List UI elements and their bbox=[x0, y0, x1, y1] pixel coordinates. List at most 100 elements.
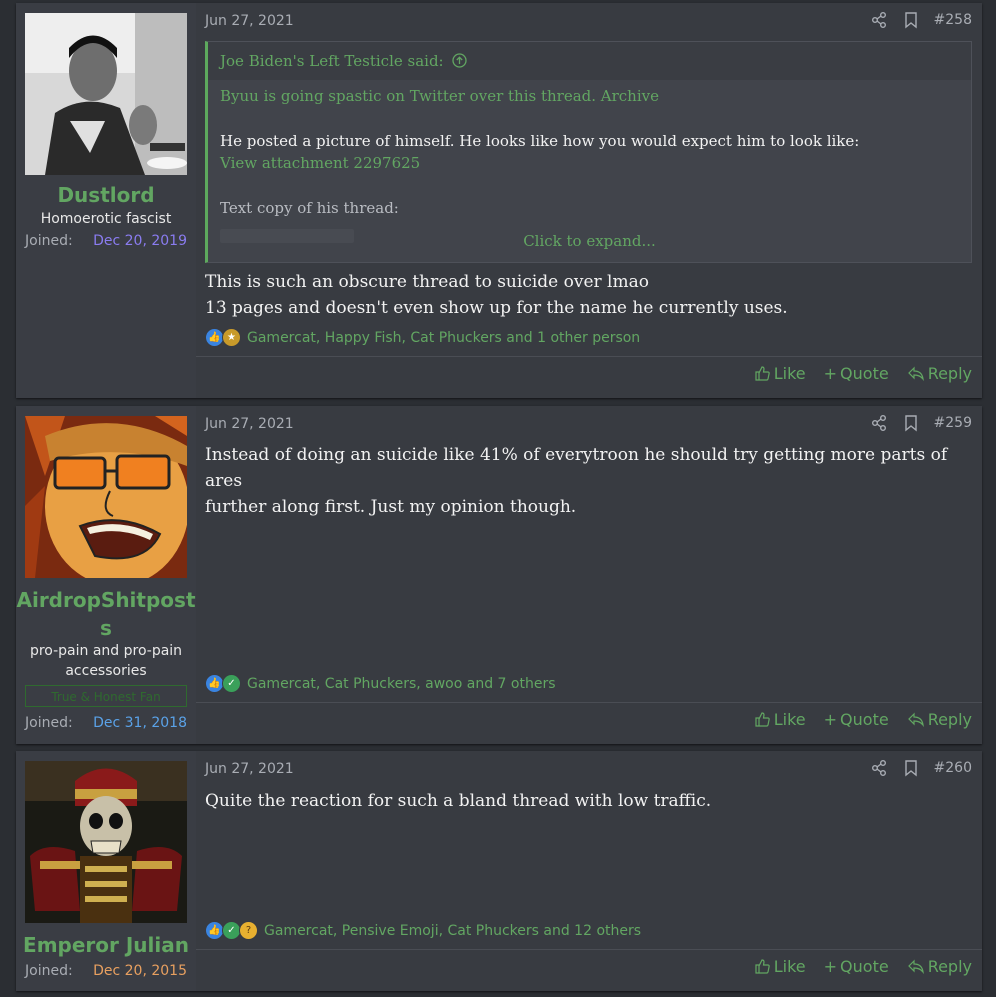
post-date[interactable]: Jun 27, 2021 bbox=[205, 13, 294, 29]
like-button[interactable]: Like bbox=[754, 710, 806, 729]
post-259: AirdropShitpost s pro-pain and pro-pain … bbox=[16, 406, 982, 744]
expand-link[interactable]: Click to expand... bbox=[208, 232, 971, 250]
post-main: Jun 27, 2021 #259 Instead of doing an su… bbox=[196, 406, 982, 744]
joined-row: Joined: Dec 31, 2018 bbox=[25, 715, 187, 731]
avatar[interactable] bbox=[25, 761, 187, 923]
reactions-text[interactable]: Gamercat, Cat Phuckers, awoo and 7 other… bbox=[247, 676, 556, 692]
post-main: Jun 27, 2021 #258 Joe Biden's Left Testi… bbox=[196, 3, 982, 398]
quote-label: Quote bbox=[840, 957, 889, 976]
username[interactable]: Emperor Julian bbox=[16, 931, 196, 959]
reply-label: Reply bbox=[927, 710, 972, 729]
joined-label: Joined: bbox=[25, 233, 73, 249]
like-label: Like bbox=[773, 957, 806, 976]
quote-line-1[interactable]: Byuu is going spastic on Twitter over th… bbox=[220, 87, 659, 105]
user-title-line: pro-pain and pro-pain bbox=[29, 643, 183, 659]
user-panel: AirdropShitpost s pro-pain and pro-pain … bbox=[16, 406, 196, 744]
joined-date: Dec 20, 2019 bbox=[93, 233, 187, 249]
thumbs-up-icon bbox=[755, 959, 770, 974]
user-title: pro-pain and pro-pain accessories bbox=[16, 641, 196, 681]
quote-button[interactable]: + Quote bbox=[824, 710, 889, 729]
thumbs-up-icon bbox=[755, 366, 770, 381]
post-body: Instead of doing an suicide like 41% of … bbox=[205, 442, 972, 520]
username-line[interactable]: AirdropShitpost bbox=[16, 586, 196, 614]
reply-icon bbox=[907, 366, 924, 382]
share-icon[interactable] bbox=[870, 11, 888, 29]
body-line: Instead of doing an suicide like 41% of … bbox=[205, 445, 948, 491]
post-actions: Like + Quote Reply bbox=[754, 957, 972, 976]
post-main: Jun 27, 2021 #260 Quite the reaction for… bbox=[196, 751, 982, 991]
avatar[interactable] bbox=[25, 416, 187, 578]
share-icon[interactable] bbox=[870, 414, 888, 432]
quote-button[interactable]: + Quote bbox=[824, 957, 889, 976]
body-line: 13 pages and doesn't even show up for th… bbox=[205, 298, 788, 318]
avatar[interactable] bbox=[25, 13, 187, 175]
attachment-link[interactable]: View attachment 2297625 bbox=[220, 154, 420, 172]
reactions-bar[interactable]: 👍 ✓ ? Gamercat, Pensive Emoji, Cat Phuck… bbox=[205, 921, 972, 940]
thinking-reaction-icon: ? bbox=[239, 921, 258, 940]
reactions-text[interactable]: Gamercat, Happy Fish, Cat Phuckers and 1… bbox=[247, 330, 640, 346]
bookmark-icon[interactable] bbox=[902, 414, 920, 432]
bookmark-icon[interactable] bbox=[902, 759, 920, 777]
joined-label: Joined: bbox=[25, 963, 73, 979]
post-actions: Like + Quote Reply bbox=[754, 364, 972, 383]
quote-label: Quote bbox=[840, 364, 889, 383]
reactions-text[interactable]: Gamercat, Pensive Emoji, Cat Phuckers an… bbox=[264, 923, 641, 939]
post-body: Quite the reaction for such a bland thre… bbox=[205, 788, 972, 814]
bookmark-icon[interactable] bbox=[902, 11, 920, 29]
plus-icon: + bbox=[823, 364, 838, 383]
divider bbox=[196, 356, 982, 357]
user-panel: Emperor Julian Joined: Dec 20, 2015 bbox=[16, 751, 196, 991]
post-number[interactable]: #260 bbox=[934, 760, 972, 776]
like-button[interactable]: Like bbox=[754, 957, 806, 976]
username-line[interactable]: s bbox=[16, 614, 196, 642]
divider bbox=[196, 702, 982, 703]
body-line: This is such an obscure thread to suicid… bbox=[205, 272, 649, 292]
user-banner: True & Honest Fan bbox=[25, 685, 187, 707]
post-tools: #258 bbox=[870, 11, 972, 29]
share-icon[interactable] bbox=[870, 759, 888, 777]
like-label: Like bbox=[773, 364, 806, 383]
reply-icon bbox=[907, 712, 924, 728]
plus-icon: + bbox=[823, 710, 838, 729]
reply-button[interactable]: Reply bbox=[907, 957, 972, 976]
thumbs-up-icon bbox=[755, 712, 770, 727]
reply-label: Reply bbox=[927, 364, 972, 383]
quote-button[interactable]: + Quote bbox=[824, 364, 889, 383]
quote-line-4: Text copy of his thread: bbox=[220, 199, 399, 217]
post-actions: Like + Quote Reply bbox=[754, 710, 972, 729]
reactions-bar[interactable]: 👍 ✓ Gamercat, Cat Phuckers, awoo and 7 o… bbox=[205, 674, 972, 693]
arrow-up-circle-icon[interactable] bbox=[452, 53, 468, 68]
plus-icon: + bbox=[823, 957, 838, 976]
divider bbox=[196, 949, 982, 950]
joined-label: Joined: bbox=[25, 715, 73, 731]
like-button[interactable]: Like bbox=[754, 364, 806, 383]
post-number[interactable]: #259 bbox=[934, 415, 972, 431]
joined-row: Joined: Dec 20, 2015 bbox=[25, 963, 187, 979]
user-panel: Dustlord Homoerotic fascist Joined: Dec … bbox=[16, 3, 196, 398]
like-label: Like bbox=[773, 710, 806, 729]
medal-reaction-icon: ★ bbox=[222, 328, 241, 347]
post-body: This is such an obscure thread to suicid… bbox=[205, 269, 972, 321]
quote-header[interactable]: Joe Biden's Left Testicle said: bbox=[208, 42, 971, 80]
username[interactable]: Dustlord bbox=[16, 181, 196, 209]
quote-author[interactable]: Joe Biden's Left Testicle said: bbox=[220, 52, 444, 70]
post-number[interactable]: #258 bbox=[934, 12, 972, 28]
body-line: Quite the reaction for such a bland thre… bbox=[205, 791, 712, 811]
reply-button[interactable]: Reply bbox=[907, 710, 972, 729]
reactions-bar[interactable]: 👍 ★ Gamercat, Happy Fish, Cat Phuckers a… bbox=[205, 328, 972, 347]
user-title-line: accessories bbox=[65, 663, 147, 679]
username[interactable]: AirdropShitpost s bbox=[16, 586, 196, 642]
post-date[interactable]: Jun 27, 2021 bbox=[205, 416, 294, 432]
post-tools: #259 bbox=[870, 414, 972, 432]
quote-block: Joe Biden's Left Testicle said: Byuu is … bbox=[205, 41, 972, 263]
quote-label: Quote bbox=[840, 710, 889, 729]
quote-line-2: He posted a picture of himself. He looks… bbox=[220, 132, 860, 150]
post-tools: #260 bbox=[870, 759, 972, 777]
reply-label: Reply bbox=[927, 957, 972, 976]
reply-icon bbox=[907, 959, 924, 975]
post-258: Dustlord Homoerotic fascist Joined: Dec … bbox=[16, 3, 982, 398]
reply-button[interactable]: Reply bbox=[907, 364, 972, 383]
joined-date: Dec 20, 2015 bbox=[93, 963, 187, 979]
user-title: Homoerotic fascist bbox=[40, 211, 172, 227]
post-date[interactable]: Jun 27, 2021 bbox=[205, 761, 294, 777]
